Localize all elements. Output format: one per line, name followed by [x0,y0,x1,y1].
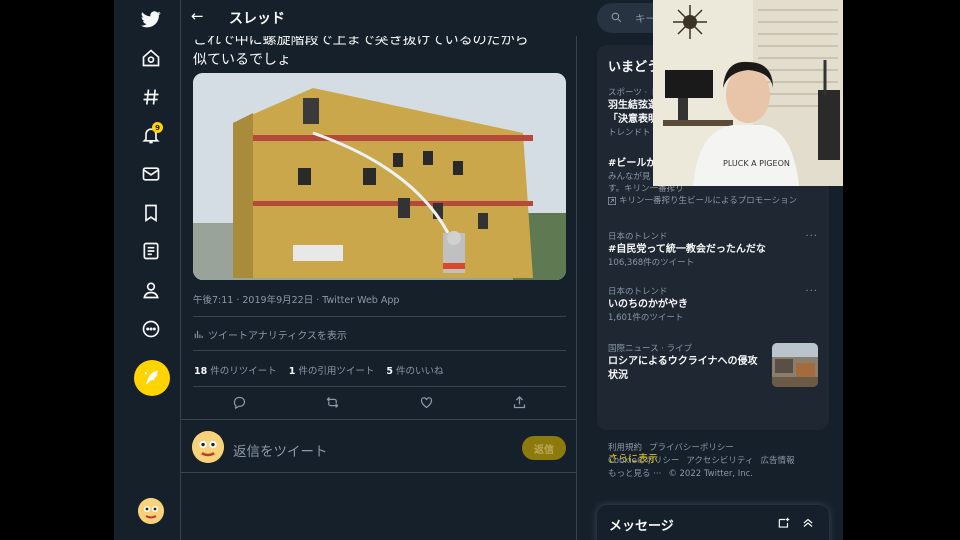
tweet-analytics-link[interactable]: ツイートアナリティクスを表示 [193,327,347,342]
news-thumbnail[interactable] [772,343,818,387]
hashtag-icon[interactable] [138,84,164,110]
divider [193,350,566,351]
webcam-overlay: PLUCK A PIGEON [653,0,843,186]
copyright: © 2022 Twitter, Inc. [668,469,754,479]
divider [193,386,566,387]
back-arrow-icon[interactable]: ← [191,7,204,25]
tweet-stats: 18 件のリツイート 1 件の引用ツイート 5 件のいいね [194,363,444,377]
profile-icon[interactable] [138,277,164,303]
like-stat[interactable]: 5 件のいいね [386,363,443,377]
trend-item[interactable]: 日本のトレンド #自民党って統一教会だったんだな 106,368件のツイート ·… [608,231,818,270]
bookmark-icon[interactable] [138,200,164,226]
chevron-up-icon[interactable] [801,516,815,530]
news-item[interactable]: 国際ニュース · ライブ ロシアによるウクライナへの侵攻 状況 [608,343,768,383]
messages-title: メッセージ [609,519,674,534]
thread-column: これで中に螺旋階段で上まで突き抜けているのだから 似ているでしょ ← スレッド [181,0,577,540]
search-icon [611,12,622,23]
bell-icon[interactable]: 9 [138,122,164,148]
reply-button[interactable]: 返信 [522,436,566,460]
analytics-label: ツイートアナリティクスを表示 [208,331,347,342]
notification-badge: 9 [152,122,163,133]
reply-icon[interactable] [229,392,249,412]
more-options-icon[interactable]: ··· [805,231,818,242]
footer-link[interactable]: 広告情報 [760,456,794,466]
trend-item[interactable]: 日本のトレンド いのちのかがやき 1,601件のツイート ··· [608,286,818,325]
tweet-timestamp[interactable]: 午後7:11 · 2019年9月22日 · Twitter Web App [193,292,399,306]
page-title: スレッド [229,11,285,27]
promoted-icon [608,197,616,205]
quote-stat[interactable]: 1 件の引用ツイート [289,363,375,377]
more-icon[interactable] [138,316,164,342]
tweet-photo[interactable] [193,73,566,280]
new-message-icon[interactable] [777,516,791,530]
shirt-text: PLUCK A PIGEON [723,159,790,168]
footer-link[interactable]: 利用規約 [608,443,642,453]
reply-composer: 返信をツイート 返信 [181,419,577,473]
home-icon[interactable] [138,45,164,71]
footer-links: 利用規約 プライバシーポリシー Cookieのポリシー アクセシビリティ 広告情報 も… [608,442,828,481]
reply-input[interactable]: 返信をツイート [233,440,328,460]
compose-tweet-button[interactable] [134,360,170,396]
account-avatar[interactable] [138,498,164,524]
footer-link[interactable]: Cookieのポリシー [608,456,679,466]
retweet-stat[interactable]: 18 件のリツイート [194,363,277,377]
like-heart-icon[interactable] [416,392,436,412]
more-link[interactable]: もっと見る ··· [608,469,661,479]
retweet-icon[interactable] [322,392,342,412]
twitter-logo-icon[interactable] [138,6,164,32]
mail-icon[interactable] [138,161,164,187]
tweet-text: これで中に螺旋階段で上まで突き抜けているのだから 似ているでしょ [193,32,529,68]
footer-link[interactable]: プライバシーポリシー [649,443,734,453]
footer-link[interactable]: アクセシビリティ [686,456,753,466]
reply-avatar [192,431,224,463]
thread-header: ← スレッド [181,0,577,36]
messages-drawer[interactable]: メッセージ [597,505,829,540]
more-options-icon[interactable]: ··· [805,286,818,297]
share-icon[interactable] [509,392,529,412]
left-nav [114,0,181,540]
analytics-icon [194,330,203,339]
tweet-actions [181,392,577,412]
list-icon[interactable] [138,238,164,264]
feather-plus-icon [144,370,159,385]
divider [193,316,566,317]
